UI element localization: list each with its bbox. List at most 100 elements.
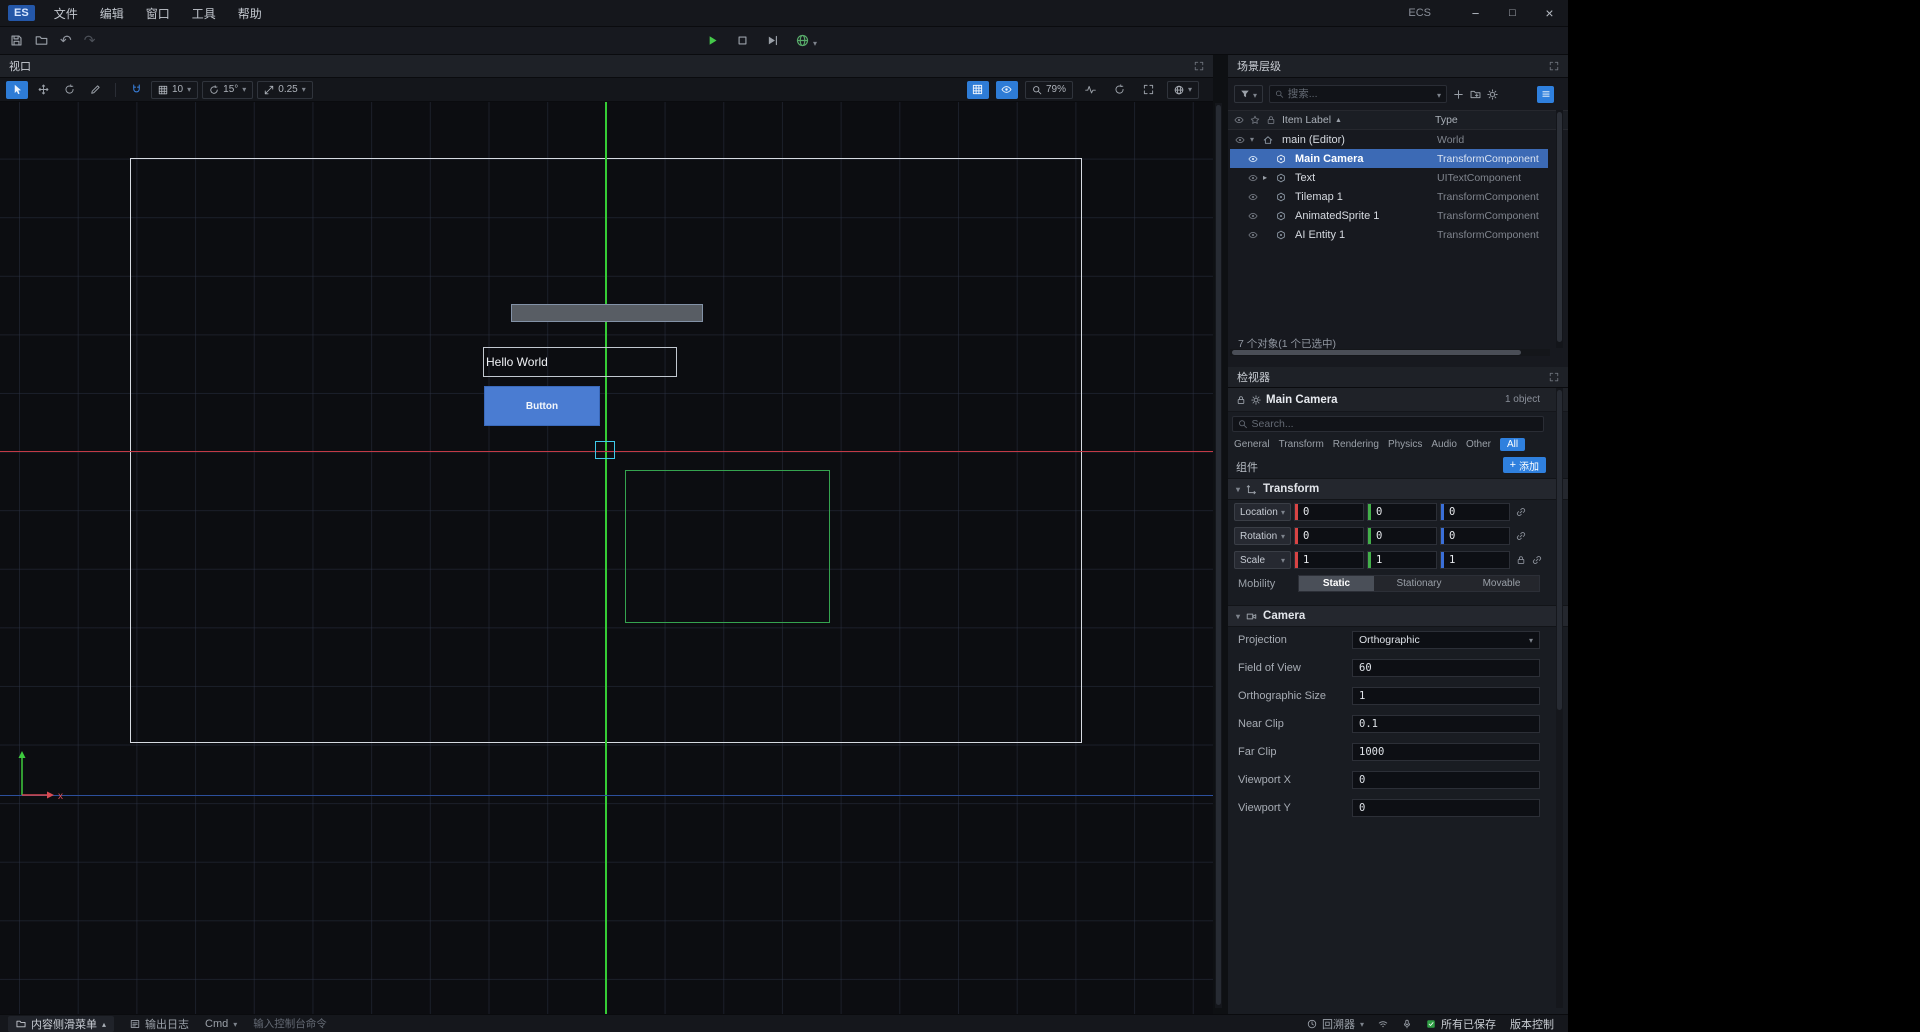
tree-row-label[interactable]: AI Entity 1 bbox=[1295, 229, 1345, 241]
content-drawer-button[interactable]: 内容侧滑菜单 bbox=[8, 1016, 114, 1032]
tab-audio[interactable]: Audio bbox=[1431, 439, 1457, 450]
save-button[interactable] bbox=[10, 34, 23, 47]
tree-row-tilemap[interactable]: Tilemap 1 TransformComponent bbox=[1230, 187, 1548, 206]
tree-row-label[interactable]: Tilemap 1 bbox=[1295, 191, 1343, 203]
vscrollbar-thumb[interactable] bbox=[1557, 112, 1562, 342]
microphone-button[interactable] bbox=[1402, 1019, 1412, 1029]
tree-row-main[interactable]: main (Editor) World bbox=[1230, 130, 1548, 149]
visibility-toggle-button[interactable] bbox=[996, 81, 1018, 99]
play-button[interactable] bbox=[706, 34, 719, 47]
chevron-down-icon[interactable] bbox=[1236, 610, 1240, 622]
camera-section-header[interactable]: Camera bbox=[1228, 605, 1568, 627]
rotation-x-field[interactable]: 0 bbox=[1294, 527, 1364, 545]
chevron-down-icon[interactable] bbox=[1236, 483, 1240, 495]
object-settings-button[interactable] bbox=[1251, 395, 1261, 405]
platform-dropdown[interactable] bbox=[796, 33, 817, 49]
origin-selection-marker[interactable] bbox=[595, 441, 615, 459]
hierarchy-search-input[interactable] bbox=[1288, 88, 1433, 100]
tracer-dropdown[interactable]: 回溯器 bbox=[1307, 1016, 1364, 1032]
console-command-input[interactable] bbox=[253, 1018, 423, 1030]
type-column[interactable]: Type bbox=[1435, 114, 1458, 126]
inspector-search-input[interactable] bbox=[1252, 418, 1538, 430]
rotation-snap-dropdown[interactable]: 15° bbox=[202, 81, 253, 99]
network-status-button[interactable] bbox=[1378, 1019, 1388, 1029]
lock-inspector-button[interactable] bbox=[1236, 395, 1246, 405]
visibility-toggle[interactable] bbox=[1235, 135, 1250, 145]
save-status-indicator[interactable]: 所有已保存 bbox=[1426, 1016, 1496, 1032]
console-command-box[interactable] bbox=[253, 1018, 423, 1030]
viewport-y-input[interactable]: 0 bbox=[1352, 799, 1540, 817]
new-folder-button[interactable] bbox=[1470, 89, 1481, 100]
link-axes-icon[interactable] bbox=[1516, 531, 1526, 541]
tab-rendering[interactable]: Rendering bbox=[1333, 439, 1379, 450]
visibility-toggle[interactable] bbox=[1248, 192, 1263, 202]
location-y-field[interactable]: 0 bbox=[1367, 503, 1437, 521]
inspector-search-box[interactable] bbox=[1232, 416, 1544, 432]
viewport-x-input[interactable]: 0 bbox=[1352, 771, 1540, 789]
menu-window[interactable]: 窗口 bbox=[135, 0, 181, 27]
tree-row-label[interactable]: Main Camera bbox=[1295, 153, 1363, 165]
edit-tool-button[interactable] bbox=[84, 81, 106, 99]
rotate-tool-button[interactable] bbox=[58, 81, 80, 99]
tab-general[interactable]: General bbox=[1234, 439, 1270, 450]
far-clip-input[interactable]: 1000 bbox=[1352, 743, 1540, 761]
hierarchy-vscrollbar[interactable] bbox=[1556, 110, 1563, 348]
menu-edit[interactable]: 编辑 bbox=[89, 0, 135, 27]
hierarchy-search-box[interactable] bbox=[1269, 85, 1447, 103]
stats-button[interactable] bbox=[1080, 81, 1102, 99]
inspector-vscrollbar[interactable] bbox=[1556, 388, 1563, 1008]
hierarchy-column-header[interactable]: Item Label ▲ Type bbox=[1228, 110, 1568, 130]
hscrollbar-thumb[interactable] bbox=[1232, 350, 1521, 355]
tree-row-text[interactable]: Text UITextComponent bbox=[1230, 168, 1548, 187]
grid-toggle-button[interactable] bbox=[967, 81, 989, 99]
tree-row-animatedsprite[interactable]: AnimatedSprite 1 TransformComponent bbox=[1230, 206, 1548, 225]
projection-dropdown[interactable]: Orthographic bbox=[1352, 631, 1540, 649]
visibility-toggle[interactable] bbox=[1248, 173, 1263, 183]
rotation-z-field[interactable]: 0 bbox=[1440, 527, 1510, 545]
tab-other[interactable]: Other bbox=[1466, 439, 1491, 450]
text-object[interactable]: Hello World bbox=[483, 347, 677, 377]
open-button[interactable] bbox=[35, 34, 48, 47]
add-entity-button[interactable] bbox=[1453, 89, 1464, 100]
refresh-button[interactable] bbox=[1109, 81, 1131, 99]
lock-scale-icon[interactable] bbox=[1516, 555, 1526, 565]
menu-tools[interactable]: 工具 bbox=[181, 0, 227, 27]
scale-x-field[interactable]: 1 bbox=[1294, 551, 1364, 569]
field-of-view-input[interactable]: 60 bbox=[1352, 659, 1540, 677]
tilemap-object[interactable] bbox=[511, 304, 703, 322]
expand-panel-icon[interactable] bbox=[1549, 372, 1559, 382]
visibility-toggle[interactable] bbox=[1248, 154, 1263, 164]
link-axes-icon[interactable] bbox=[1516, 507, 1526, 517]
chevron-down-icon[interactable] bbox=[1250, 135, 1263, 144]
location-x-field[interactable]: 0 bbox=[1294, 503, 1364, 521]
orthographic-size-input[interactable]: 1 bbox=[1352, 687, 1540, 705]
expand-panel-icon[interactable] bbox=[1194, 61, 1204, 71]
scale-snap-dropdown[interactable]: 0.25 bbox=[257, 81, 312, 99]
chevron-right-icon[interactable] bbox=[1263, 173, 1276, 182]
view-mode-dropdown[interactable] bbox=[1167, 81, 1199, 99]
menu-help[interactable]: 帮助 bbox=[227, 0, 273, 27]
undo-button[interactable] bbox=[60, 32, 72, 49]
tree-row-label[interactable]: Text bbox=[1295, 172, 1315, 184]
tree-row-label[interactable]: AnimatedSprite 1 bbox=[1295, 210, 1379, 222]
menu-file[interactable]: 文件 bbox=[43, 0, 89, 27]
grid-snap-dropdown[interactable]: 10 bbox=[151, 81, 198, 99]
mobility-movable-button[interactable]: Movable bbox=[1464, 576, 1539, 591]
hierarchy-view-toggle-button[interactable] bbox=[1537, 86, 1554, 103]
item-label-column[interactable]: Item Label bbox=[1282, 114, 1331, 126]
output-log-button[interactable]: 输出日志 bbox=[130, 1016, 189, 1032]
mobility-static-button[interactable]: Static bbox=[1299, 576, 1374, 591]
scale-z-field[interactable]: 1 bbox=[1440, 551, 1510, 569]
tree-row-ai-entity[interactable]: AI Entity 1 TransformComponent bbox=[1230, 225, 1548, 244]
tab-physics[interactable]: Physics bbox=[1388, 439, 1422, 450]
hierarchy-hscrollbar[interactable] bbox=[1230, 349, 1550, 356]
scale-dropdown[interactable]: Scale bbox=[1234, 551, 1291, 569]
cmd-dropdown[interactable]: Cmd bbox=[205, 1018, 237, 1030]
rotation-dropdown[interactable]: Rotation bbox=[1234, 527, 1291, 545]
tab-transform[interactable]: Transform bbox=[1279, 439, 1324, 450]
vscrollbar-thumb[interactable] bbox=[1557, 390, 1562, 710]
version-control-button[interactable]: 版本控制 bbox=[1510, 1016, 1554, 1032]
expand-panel-icon[interactable] bbox=[1549, 61, 1559, 71]
location-dropdown[interactable]: Location bbox=[1234, 503, 1291, 521]
mobility-stationary-button[interactable]: Stationary bbox=[1374, 576, 1464, 591]
